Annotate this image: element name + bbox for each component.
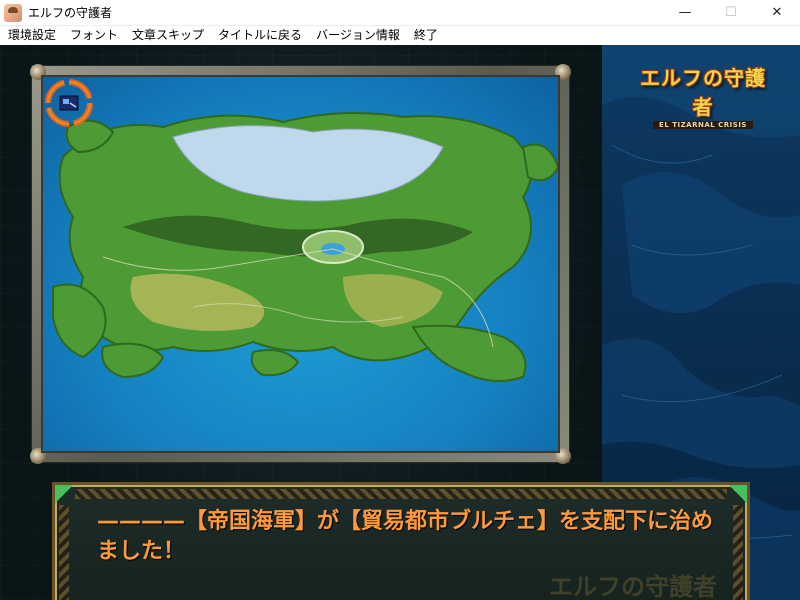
menu-bar: 環境設定 フォント 文章スキップ タイトルに戻る バージョン情報 終了 [0,26,800,45]
menu-text-skip[interactable]: 文章スキップ [125,26,211,45]
menu-exit[interactable]: 終了 [407,26,445,45]
menu-settings[interactable]: 環境設定 [0,26,63,45]
menu-font[interactable]: フォント [63,26,125,45]
message-window[interactable]: ————【帝国海軍】が【貿易都市ブルチェ】を支配下に治めました！ エルフの守護者 [52,482,750,600]
game-logo: エルフの守護者 EL TIZARNAL CRISIS [638,62,768,129]
menu-return-title[interactable]: タイトルに戻る [211,26,309,45]
message-text: ————【帝国海軍】が【貿易都市ブルチェ】を支配下に治めました！ [97,509,714,564]
pattern-border [75,489,727,499]
logo-subtitle: EL TIZARNAL CRISIS [653,121,753,129]
logo-title: エルフの守護者 [640,66,766,119]
close-button[interactable]: ✕ [754,0,800,26]
message-watermark-logo: エルフの守護者 [549,573,717,600]
world-map[interactable] [41,75,560,453]
city-marker-icon[interactable] [43,77,95,129]
window-title: エルフの守護者 [28,6,113,20]
world-map-frame [30,64,571,464]
corner-ornament [729,485,747,503]
pattern-border [733,505,743,600]
app-icon [4,3,22,22]
pattern-border [59,505,69,600]
world-map-art [52,112,558,382]
corner-ornament [55,485,73,503]
window-controls: — ☐ ✕ [662,0,800,26]
maximize-button[interactable]: ☐ [708,0,754,26]
menu-version-info[interactable]: バージョン情報 [309,26,407,45]
minimize-button[interactable]: — [662,0,708,26]
window-title-bar: エルフの守護者 — ☐ ✕ [0,0,800,26]
game-screen[interactable]: エルフの守護者 EL TIZARNAL CRISIS ————【帝国海軍】が【貿… [0,45,800,600]
